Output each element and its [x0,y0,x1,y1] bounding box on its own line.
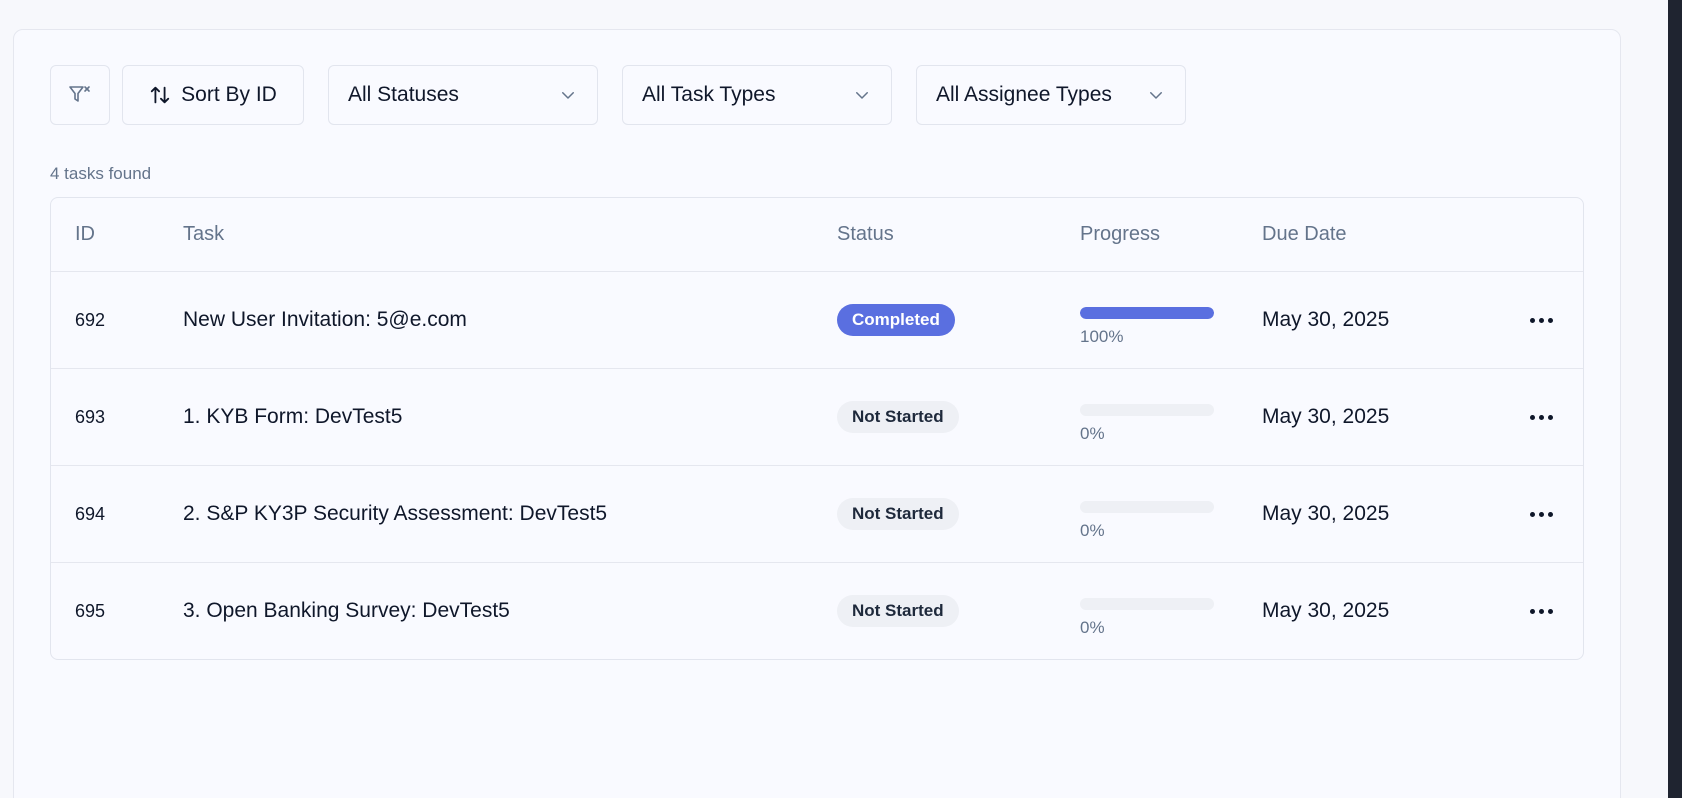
header-id[interactable]: ID [75,198,95,271]
task-id: 695 [75,600,106,621]
table-row[interactable]: 693 1. KYB Form: DevTest5 Not Started 0%… [51,368,1583,465]
clear-filters-button[interactable] [50,65,110,125]
status-badge: Not Started [837,498,959,530]
status-cell: Completed [837,272,955,368]
tasks-count: 4 tasks found [50,164,152,183]
due-date: May 30, 2025 [1262,308,1390,331]
header-status[interactable]: Status [837,198,894,271]
table-row[interactable]: 695 3. Open Banking Survey: DevTest5 Not… [51,562,1583,659]
window-edge [1668,0,1682,798]
row-actions [1523,563,1559,659]
status-filter-select[interactable]: All Statuses [328,65,598,125]
more-options-icon[interactable] [1523,302,1559,338]
row-actions [1523,369,1559,465]
task-title[interactable]: 3. Open Banking Survey: DevTest5 [183,563,510,659]
table-row[interactable]: 692 New User Invitation: 5@e.com Complet… [51,271,1583,368]
progress-cell: 100% [1080,272,1214,368]
table-header-row: ID Task Status Progress Due Date [51,198,1583,271]
task-id: 693 [75,406,106,427]
status-filter-value: All Statuses [348,83,459,106]
due-date: May 30, 2025 [1262,405,1390,428]
progress-cell: 0% [1080,466,1214,562]
task-title[interactable]: New User Invitation: 5@e.com [183,272,467,368]
sort-button[interactable]: Sort By ID [122,65,304,125]
progress-bar [1080,598,1214,610]
due-date: May 30, 2025 [1262,502,1390,525]
header-due-date[interactable]: Due Date [1262,198,1347,271]
progress-percent: 0% [1080,424,1105,443]
assignee-type-filter-select[interactable]: All Assignee Types [916,65,1186,125]
progress-bar [1080,404,1214,416]
more-options-icon[interactable] [1523,593,1559,629]
status-cell: Not Started [837,369,959,465]
progress-percent: 0% [1080,618,1105,637]
header-progress[interactable]: Progress [1080,198,1160,271]
progress-percent: 0% [1080,521,1105,540]
status-badge: Completed [837,304,955,336]
progress-percent: 100% [1080,327,1124,346]
task-id: 692 [75,309,106,330]
progress-bar [1080,307,1214,319]
task-title[interactable]: 2. S&P KY3P Security Assessment: DevTest… [183,466,607,562]
table-row[interactable]: 694 2. S&P KY3P Security Assessment: Dev… [51,465,1583,562]
task-type-filter-select[interactable]: All Task Types [622,65,892,125]
sort-button-label: Sort By ID [181,83,277,106]
progress-bar [1080,501,1214,513]
status-cell: Not Started [837,563,959,659]
task-id: 694 [75,503,106,524]
more-options-icon[interactable] [1523,399,1559,435]
chevron-down-icon [856,92,868,99]
task-title[interactable]: 1. KYB Form: DevTest5 [183,369,402,465]
status-badge: Not Started [837,595,959,627]
row-actions [1523,272,1559,368]
header-task[interactable]: Task [183,198,224,271]
status-badge: Not Started [837,401,959,433]
status-cell: Not Started [837,466,959,562]
filter-clear-icon [69,86,90,102]
more-options-icon[interactable] [1523,496,1559,532]
assignee-type-filter-value: All Assignee Types [936,83,1112,106]
progress-bar-fill [1080,307,1214,319]
progress-cell: 0% [1080,369,1214,465]
task-type-filter-value: All Task Types [642,83,776,106]
tasks-table: ID Task Status Progress Due Date 692 New… [50,197,1584,660]
due-date: May 30, 2025 [1262,599,1390,622]
sort-arrows-icon [150,86,170,104]
tasks-panel: Sort By ID All Statuses All Task Types A… [13,29,1621,798]
filter-toolbar: Sort By ID All Statuses All Task Types A… [50,65,1186,125]
chevron-down-icon [562,92,574,99]
progress-cell: 0% [1080,563,1214,659]
row-actions [1523,466,1559,562]
chevron-down-icon [1150,92,1162,99]
